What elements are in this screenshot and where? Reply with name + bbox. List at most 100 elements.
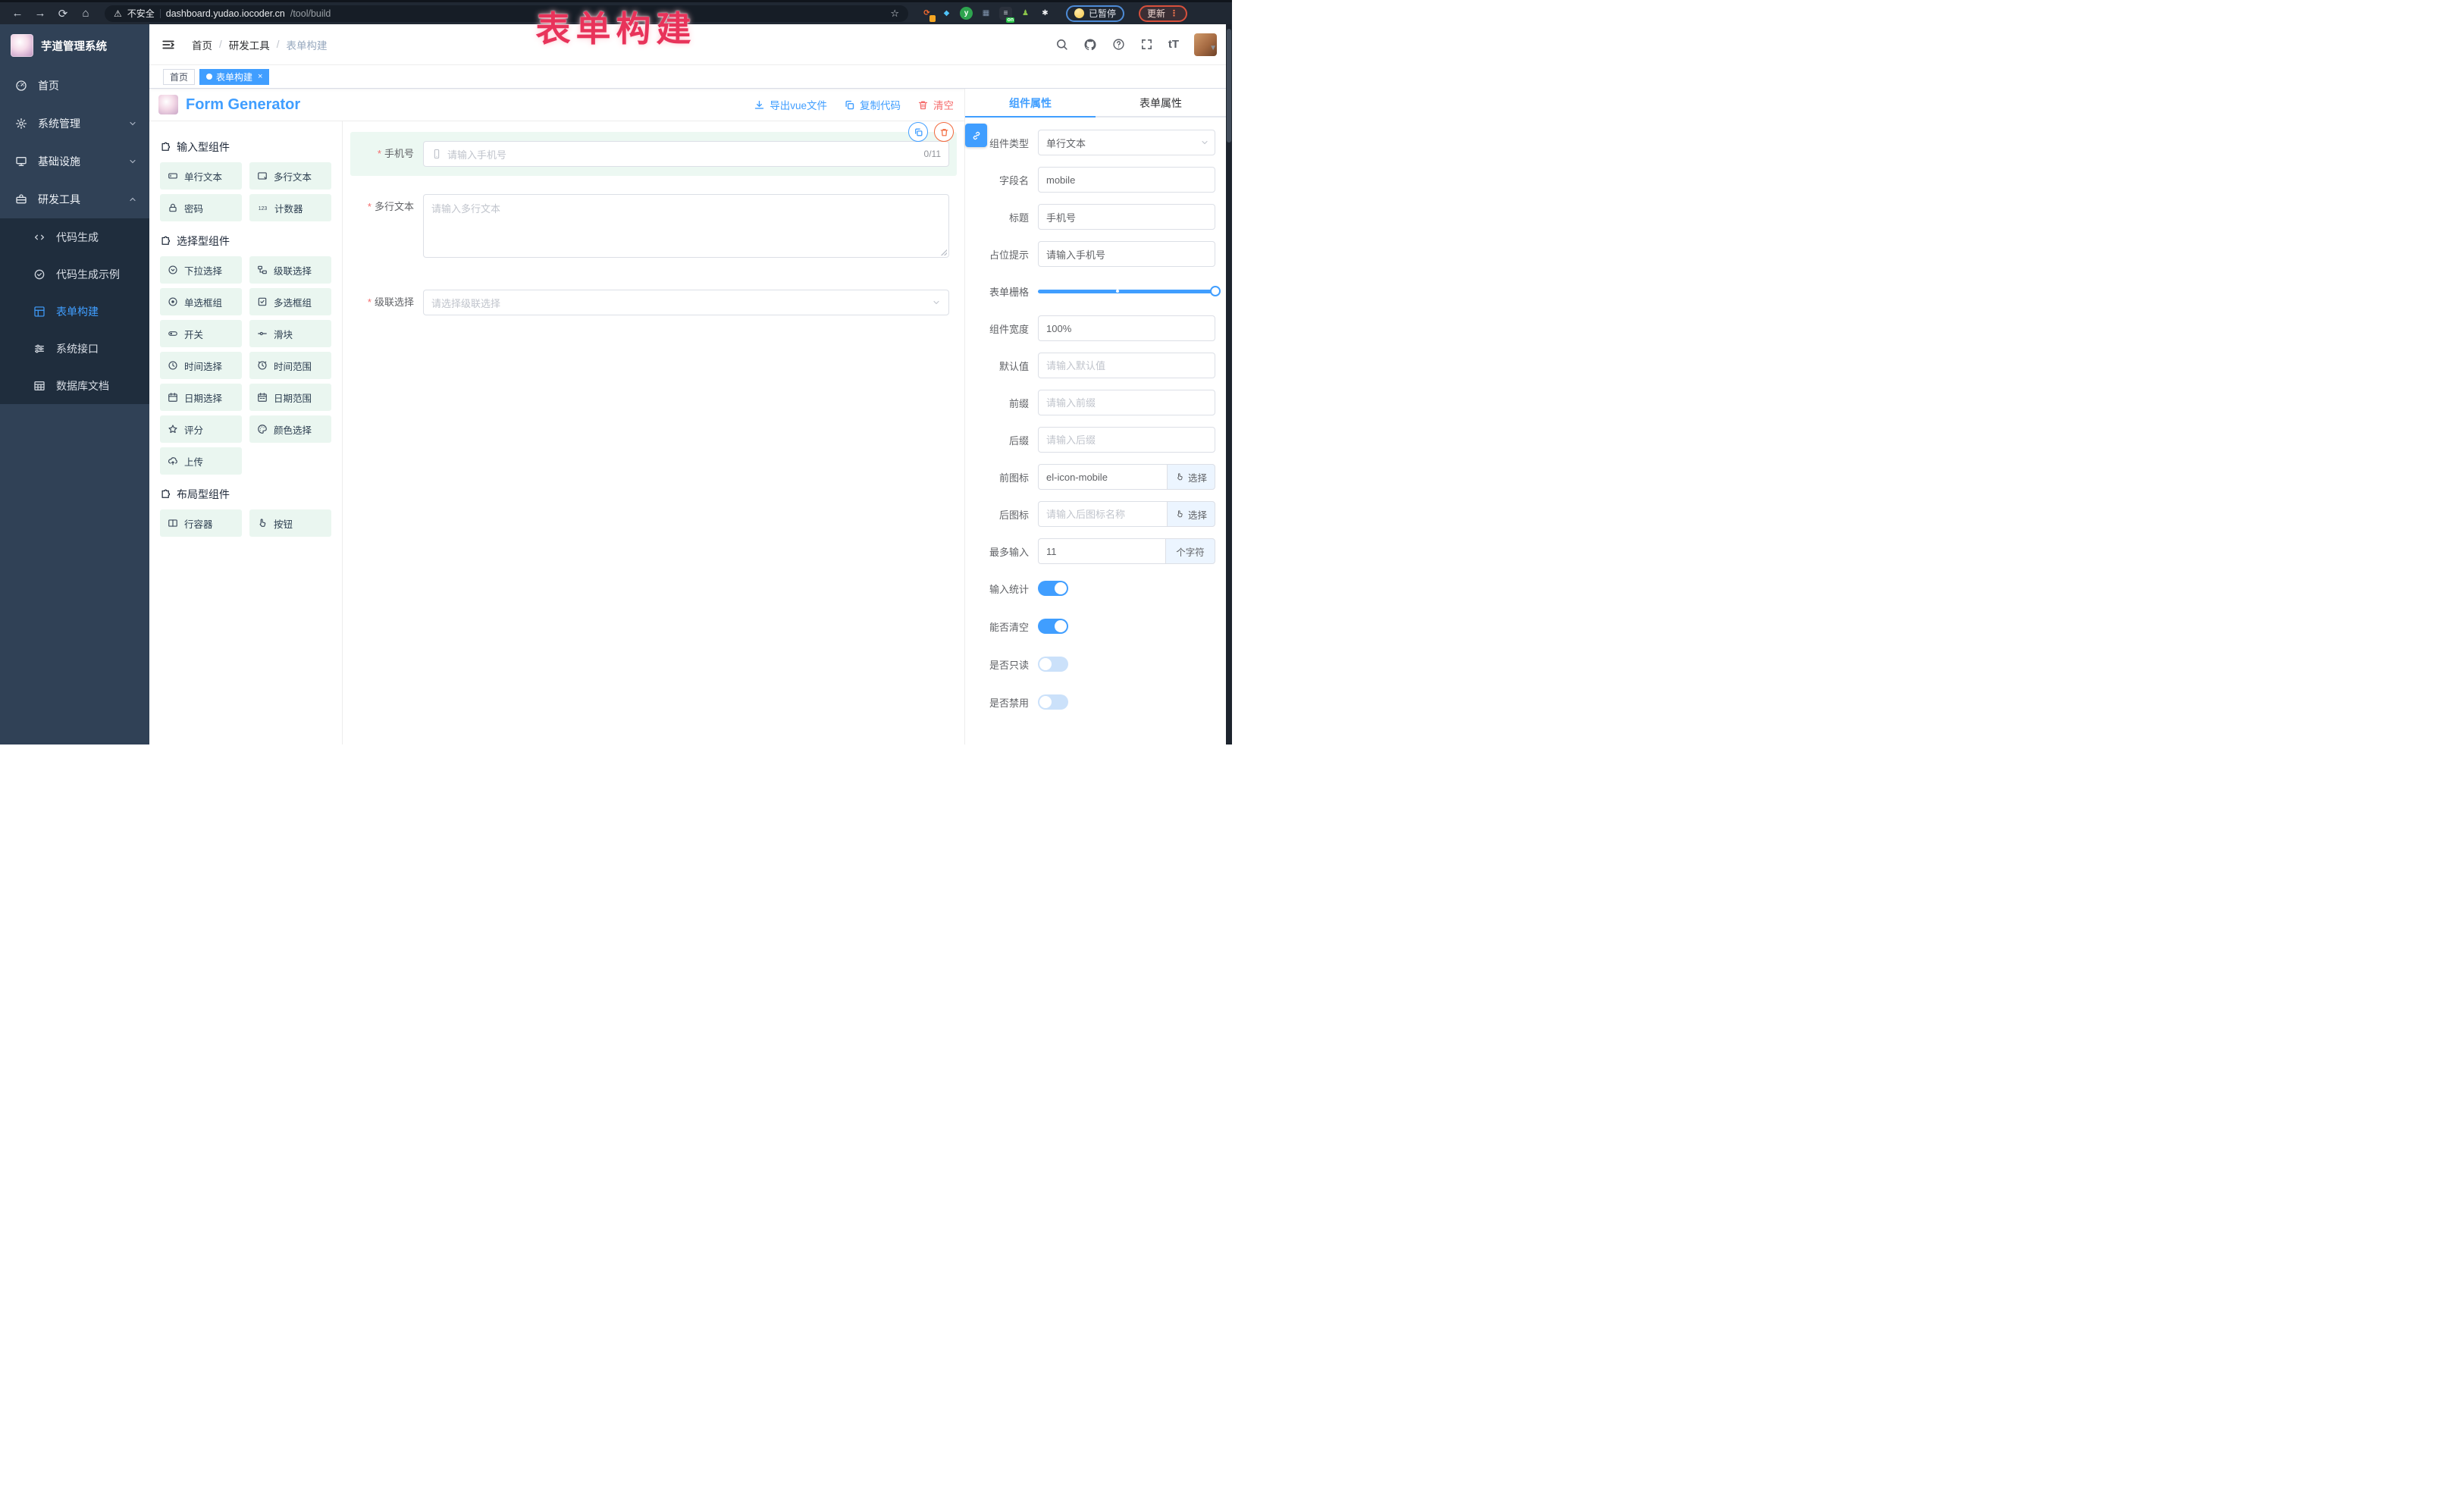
kebab-menu-icon[interactable]: ⋮	[1170, 8, 1179, 18]
textarea-input[interactable]: 请输入多行文本	[423, 194, 949, 258]
suffix-icon-select-button[interactable]: 选择	[1167, 501, 1215, 527]
extension-flower-icon[interactable]: ✱	[1039, 7, 1052, 20]
extension-gem-icon[interactable]: ◆	[940, 7, 953, 20]
link-icon[interactable]	[965, 124, 987, 147]
sidebar-item-codegen[interactable]: 代码生成	[0, 218, 149, 255]
readonly-toggle[interactable]	[1038, 657, 1068, 672]
extension-on-icon[interactable]: ≡on	[999, 7, 1012, 20]
tag-form-builder[interactable]: 表单构建 ×	[199, 69, 269, 85]
palette-item-time-range[interactable]: 时间范围	[249, 352, 331, 379]
palette-item-dropdown[interactable]: 下拉选择	[160, 256, 242, 284]
sidebar-item-api[interactable]: 系统接口	[0, 330, 149, 367]
sidebar-item-devtools[interactable]: 研发工具	[0, 180, 149, 218]
palette-item-label: 级联选择	[274, 263, 312, 277]
max-input[interactable]	[1038, 538, 1165, 564]
help-icon[interactable]	[1112, 38, 1125, 51]
palette-item-button[interactable]: 按钮	[249, 509, 331, 537]
cascader-input[interactable]: 请选择级联选择	[423, 290, 949, 315]
palette-item-switch[interactable]: 开关	[160, 320, 242, 347]
sidebar-item-home[interactable]: 首页	[0, 67, 149, 105]
prefix-icon-select-button[interactable]: 选择	[1167, 464, 1215, 490]
default-value-input[interactable]	[1038, 353, 1215, 378]
delete-field-button[interactable]	[934, 122, 954, 142]
palette-item-rate[interactable]: 评分	[160, 415, 242, 443]
fullscreen-icon[interactable]	[1140, 38, 1153, 51]
font-size-icon[interactable]: tT	[1168, 38, 1179, 51]
sidebar-item-label: 基础设施	[38, 154, 118, 169]
close-icon[interactable]: ×	[258, 72, 262, 81]
palette-item-multi-line[interactable]: 多行文本	[249, 162, 331, 190]
scrollbar-thumb[interactable]	[1227, 29, 1231, 143]
sidebar-item-codegen-demo[interactable]: 代码生成示例	[0, 255, 149, 293]
tab-form-props[interactable]: 表单属性	[1096, 89, 1226, 118]
export-vue-button[interactable]: 导出vue文件	[754, 97, 827, 112]
field-name-input[interactable]	[1038, 167, 1215, 193]
canvas-field-textarea[interactable]: 多行文本 请输入多行文本	[350, 185, 957, 267]
palette-item-row-container[interactable]: 行容器	[160, 509, 242, 537]
tag-home[interactable]: 首页	[163, 69, 195, 85]
palette-item-slider[interactable]: 滑块	[249, 320, 331, 347]
sidebar-item-db-doc[interactable]: 数据库文档	[0, 367, 149, 404]
palette-item-cascader[interactable]: 级联选择	[249, 256, 331, 284]
breadcrumb-home[interactable]: 首页	[192, 37, 212, 52]
search-icon[interactable]	[1055, 38, 1068, 51]
prefix-icon-input[interactable]	[1038, 464, 1167, 490]
prefix-input[interactable]	[1038, 390, 1215, 415]
disabled-toggle[interactable]	[1038, 694, 1068, 710]
clearable-toggle[interactable]	[1038, 619, 1068, 634]
input-stats-toggle[interactable]	[1038, 581, 1068, 596]
breadcrumb-devtools[interactable]: 研发工具	[229, 37, 270, 52]
back-icon[interactable]: ←	[8, 5, 27, 23]
bookmark-star-icon[interactable]: ☆	[890, 8, 899, 20]
extension-refresh-icon[interactable]: ⟳	[920, 7, 933, 20]
update-button[interactable]: 更新 ⋮	[1139, 5, 1187, 22]
toolbox-icon	[15, 193, 27, 205]
width-input[interactable]	[1038, 315, 1215, 341]
sidebar-item-system[interactable]: 系统管理	[0, 105, 149, 143]
component-type-select[interactable]	[1038, 130, 1215, 155]
address-bar[interactable]: ⚠ 不安全 dashboard.yudao.iocoder.cn/tool/bu…	[105, 5, 908, 22]
mobile-input[interactable]: 请输入手机号 0/11	[423, 141, 949, 167]
github-icon[interactable]	[1083, 38, 1097, 52]
copy-code-button[interactable]: 复制代码	[844, 97, 901, 112]
palette-item-checkbox-group[interactable]: 多选框组	[249, 288, 331, 315]
extension-y-icon[interactable]: y	[960, 7, 973, 20]
duplicate-field-button[interactable]	[908, 122, 928, 142]
hamburger-icon[interactable]	[161, 38, 175, 52]
window-scrollbar[interactable]	[1226, 24, 1232, 744]
forward-icon[interactable]: →	[30, 5, 50, 23]
palette-item-date[interactable]: 日期选择	[160, 384, 242, 411]
palette-item-label: 下拉选择	[184, 263, 222, 277]
form-grid-slider[interactable]	[1038, 278, 1215, 304]
palette-item-date-range[interactable]: 日期范围	[249, 384, 331, 411]
palette-item-radio-group[interactable]: 单选框组	[160, 288, 242, 315]
caret-down-icon[interactable]: ▼	[1209, 44, 1217, 52]
placeholder-input[interactable]	[1038, 241, 1215, 267]
extension-leaf-icon[interactable]: ♟	[1019, 7, 1032, 20]
tag-label: 表单构建	[216, 71, 252, 83]
switch-icon	[168, 328, 178, 339]
slider-handle[interactable]	[1210, 286, 1221, 296]
resize-handle-icon[interactable]	[941, 249, 947, 255]
canvas-field-mobile[interactable]: 手机号 请输入手机号 0/11	[350, 132, 957, 176]
extension-puzzle-icon[interactable]: ▦	[980, 7, 992, 20]
sidebar-item-infra[interactable]: 基础设施	[0, 143, 149, 180]
title-input[interactable]	[1038, 204, 1215, 230]
palette-item-upload[interactable]: 上传	[160, 447, 242, 475]
paused-extension-badge[interactable]: 已暂停	[1066, 5, 1124, 22]
palette-item-single-line[interactable]: 单行文本	[160, 162, 242, 190]
palette-item-password[interactable]: 密码	[160, 194, 242, 221]
reload-icon[interactable]: ⟳	[53, 5, 73, 23]
home-icon[interactable]: ⌂	[76, 5, 96, 23]
palette-item-time[interactable]: 时间选择	[160, 352, 242, 379]
component-type-value[interactable]	[1038, 130, 1215, 155]
sidebar-item-form-builder[interactable]: 表单构建	[0, 293, 149, 330]
palette-item-counter[interactable]: 123 计数器	[249, 194, 331, 221]
suffix-icon-input[interactable]	[1038, 501, 1167, 527]
slider-track[interactable]	[1038, 290, 1215, 293]
suffix-input[interactable]	[1038, 427, 1215, 453]
palette-item-color[interactable]: 颜色选择	[249, 415, 331, 443]
clear-button[interactable]: 清空	[917, 97, 954, 112]
tab-component-props[interactable]: 组件属性	[965, 89, 1096, 118]
canvas-field-cascader[interactable]: 级联选择 请选择级联选择	[350, 281, 957, 324]
